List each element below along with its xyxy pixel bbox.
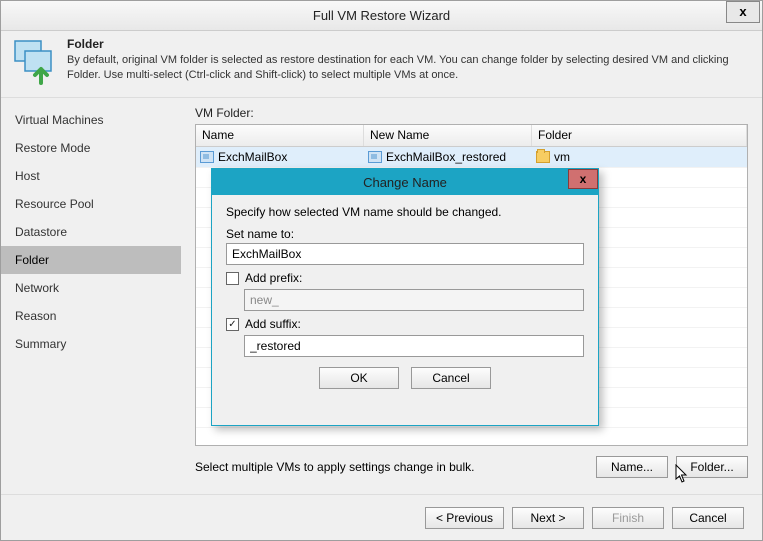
titlebar: Full VM Restore Wizard x <box>1 1 762 31</box>
vm-icon <box>368 151 382 163</box>
sidebar-item-datastore[interactable]: Datastore <box>1 218 181 246</box>
add-suffix-label: Add suffix: <box>245 317 301 331</box>
sidebar-item-folder[interactable]: Folder <box>1 246 181 274</box>
previous-button[interactable]: < Previous <box>425 507 504 529</box>
dialog-title: Change Name <box>363 175 447 190</box>
cell-folder: vm <box>554 150 570 164</box>
col-new-name[interactable]: New Name <box>364 125 532 146</box>
cell-name: ExchMailBox <box>218 150 287 164</box>
bulk-hint: Select multiple VMs to apply settings ch… <box>195 460 474 474</box>
cancel-button[interactable]: Cancel <box>672 507 744 529</box>
prefix-input <box>244 289 584 311</box>
dialog-close-button[interactable]: x <box>568 169 598 189</box>
sidebar-item-host[interactable]: Host <box>1 162 181 190</box>
wizard-header: Folder By default, original VM folder is… <box>1 31 762 98</box>
col-folder[interactable]: Folder <box>532 125 747 146</box>
sidebar-item-virtual-machines[interactable]: Virtual Machines <box>1 106 181 134</box>
header-title: Folder <box>67 37 752 51</box>
name-button[interactable]: Name... <box>596 456 668 478</box>
change-name-dialog: Change Name x Specify how selected VM na… <box>211 168 599 426</box>
sidebar-item-network[interactable]: Network <box>1 274 181 302</box>
set-name-input[interactable] <box>226 243 584 265</box>
finish-button: Finish <box>592 507 664 529</box>
add-suffix-row[interactable]: Add suffix: <box>226 317 584 331</box>
below-grid-bar: Select multiple VMs to apply settings ch… <box>195 456 748 478</box>
add-suffix-checkbox[interactable] <box>226 318 239 331</box>
ok-button[interactable]: OK <box>319 367 399 389</box>
header-text: Folder By default, original VM folder is… <box>67 37 752 87</box>
window-close-button[interactable]: x <box>726 1 760 23</box>
header-description: By default, original VM folder is select… <box>67 53 752 83</box>
dialog-instruction: Specify how selected VM name should be c… <box>226 205 584 219</box>
add-prefix-label: Add prefix: <box>245 271 302 285</box>
sidebar-item-reason[interactable]: Reason <box>1 302 181 330</box>
folder-restore-icon <box>11 37 61 87</box>
vm-icon <box>200 151 214 163</box>
vm-folder-label: VM Folder: <box>195 106 748 120</box>
suffix-input[interactable] <box>244 335 584 357</box>
grid-header: Name New Name Folder <box>196 125 747 147</box>
add-prefix-row[interactable]: Add prefix: <box>226 271 584 285</box>
dialog-titlebar: Change Name x <box>212 169 598 195</box>
set-name-label: Set name to: <box>226 227 584 241</box>
col-name[interactable]: Name <box>196 125 364 146</box>
folder-icon <box>536 151 550 163</box>
dialog-body: Specify how selected VM name should be c… <box>212 195 598 399</box>
window-title: Full VM Restore Wizard <box>313 8 450 23</box>
table-row[interactable]: ExchMailBox ExchMailBox_restored vm <box>196 147 747 167</box>
dialog-cancel-button[interactable]: Cancel <box>411 367 491 389</box>
wizard-window: Full VM Restore Wizard x Folder By defau… <box>0 0 763 541</box>
sidebar-item-resource-pool[interactable]: Resource Pool <box>1 190 181 218</box>
wizard-steps-sidebar: Virtual Machines Restore Mode Host Resou… <box>1 98 181 492</box>
add-prefix-checkbox[interactable] <box>226 272 239 285</box>
next-button[interactable]: Next > <box>512 507 584 529</box>
wizard-footer: < Previous Next > Finish Cancel <box>1 494 762 540</box>
sidebar-item-summary[interactable]: Summary <box>1 330 181 358</box>
folder-button[interactable]: Folder... <box>676 456 748 478</box>
cell-new-name: ExchMailBox_restored <box>386 150 506 164</box>
sidebar-item-restore-mode[interactable]: Restore Mode <box>1 134 181 162</box>
